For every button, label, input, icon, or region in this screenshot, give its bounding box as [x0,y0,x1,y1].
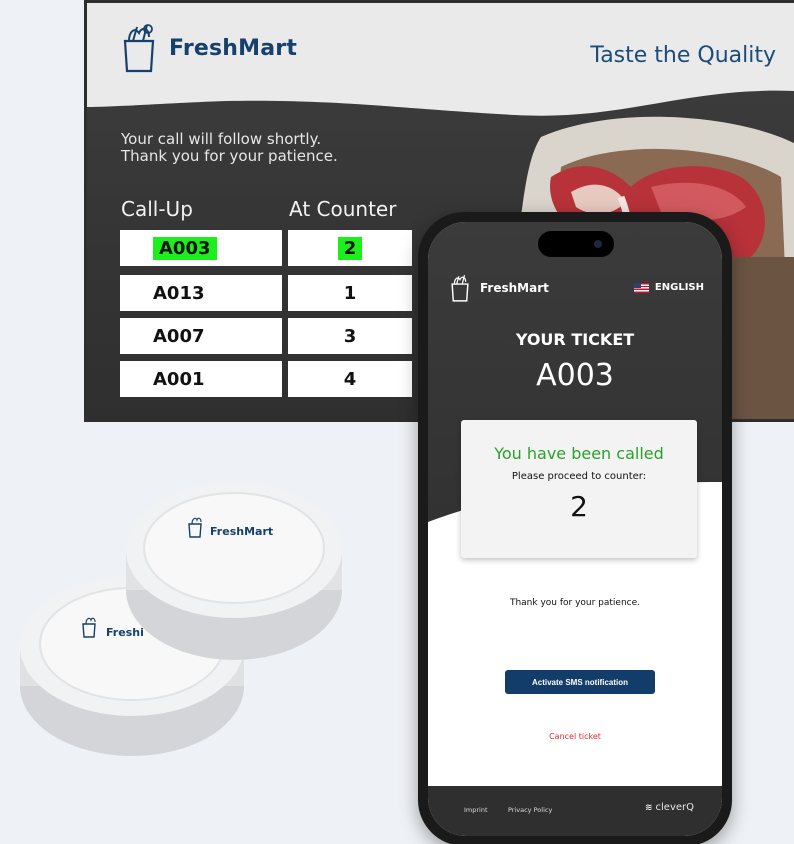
display-tagline: Taste the Quality [590,43,776,68]
queue-ticket-number: A013 [153,282,205,304]
called-title: You have been called [494,444,664,463]
activate-sms-button[interactable]: Activate SMS notification [505,670,655,694]
language-selector[interactable]: ENGLISH [633,282,704,293]
queue-counter-cell: 3 [288,318,412,354]
imprint-link[interactable]: Imprint [464,806,488,814]
marketing-composite: FreshMart Taste the Quality Your call wi… [0,0,794,844]
privacy-policy-link[interactable]: Privacy Policy [508,806,552,814]
camera-icon [594,240,602,248]
puck-front-brand: FreshMart [210,525,273,538]
display-brand: FreshMart [119,23,297,73]
queue-counter-number: 4 [343,368,357,390]
queue-ticket-cell: A001 [120,361,282,397]
queue-counter-cell: 4 [288,361,412,397]
ticket-number: A003 [536,358,614,393]
phone-screen: FreshMart ENGLISH YOUR TICKET A003 You h… [428,222,722,836]
queue-counter-number: 2 [337,236,363,260]
cleverq-icon: ≋ [644,802,653,813]
queue-ticket-number: A001 [153,368,205,390]
queue-counter-number: 3 [343,325,357,347]
queue-counter-cell: 1 [288,275,412,311]
called-card: You have been called Please proceed to c… [461,420,697,558]
thanks-text: Thank you for your patience. [509,598,641,608]
queue-ticket-cell: A003 [120,230,282,266]
display-brand-name: FreshMart [169,35,298,61]
counter-column-header: At Counter [289,197,397,221]
grocery-bag-logo-icon [123,24,155,73]
assigned-counter-number: 2 [570,490,588,523]
queue-ticket-cell: A013 [120,275,282,311]
phone-brand-name: FreshMart [480,281,549,295]
queue-counter-cell: 2 [288,230,412,266]
call-button-puck-front: FreshMart [118,472,350,664]
us-flag-icon [633,282,649,293]
display-notice: Your call will follow shortly. Thank you… [121,131,338,165]
queue-counter-number: 1 [343,282,357,304]
phone-notch [538,231,614,257]
callup-column-header: Call-Up [121,197,193,221]
cleverq-logo: ≋ cleverQ [645,802,694,813]
notice-line-1: Your call will follow shortly. [121,130,322,148]
cleverq-label: cleverQ [655,802,694,813]
queue-ticket-number: A007 [153,325,205,347]
grocery-bag-logo-icon [451,274,469,302]
proceed-text: Please proceed to counter: [511,471,647,482]
phone-footer: Imprint Privacy Policy ≋ cleverQ [428,786,722,836]
notice-line-2: Thank you for your patience. [121,147,338,165]
cancel-ticket-link[interactable]: Cancel ticket [428,732,722,741]
language-label: ENGLISH [654,282,704,293]
phone-brand: FreshMart [448,274,549,302]
queue-ticket-cell: A007 [120,318,282,354]
queue-ticket-number: A003 [153,236,217,260]
your-ticket-label: YOUR TICKET [515,330,635,349]
smartphone: FreshMart ENGLISH YOUR TICKET A003 You h… [418,212,732,844]
